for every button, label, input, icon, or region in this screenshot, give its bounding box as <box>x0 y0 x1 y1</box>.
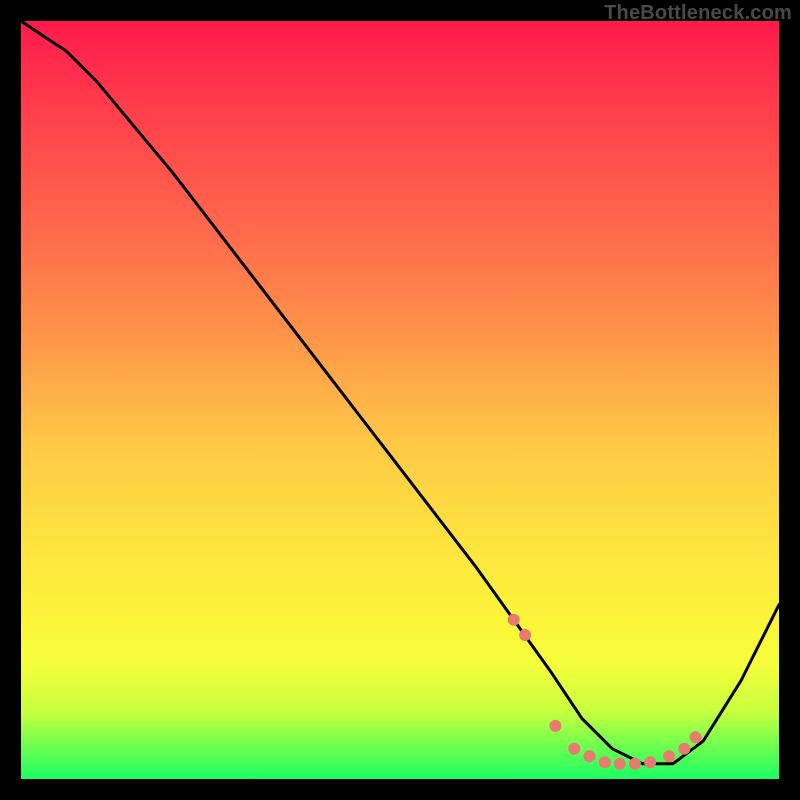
highlight-dot <box>629 758 641 770</box>
highlight-dot <box>519 629 531 641</box>
highlight-dot <box>614 758 626 770</box>
marker-group <box>508 614 702 770</box>
highlight-dot <box>690 731 702 743</box>
watermark-text: TheBottleneck.com <box>604 2 792 25</box>
highlight-dot <box>644 756 656 768</box>
highlight-dot <box>508 614 520 626</box>
curve-layer <box>0 0 800 800</box>
highlight-dot <box>663 750 675 762</box>
highlight-dot <box>584 750 596 762</box>
bottleneck-curve <box>21 21 779 764</box>
highlight-dot <box>549 720 561 732</box>
highlight-dot <box>678 743 690 755</box>
highlight-dot <box>568 743 580 755</box>
chart-container: TheBottleneck.com <box>0 0 800 800</box>
highlight-dot <box>599 756 611 768</box>
